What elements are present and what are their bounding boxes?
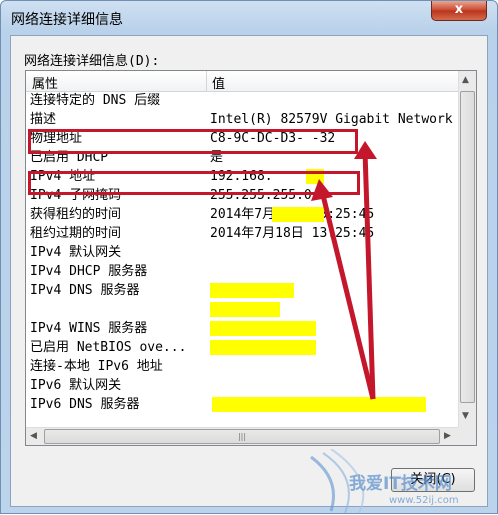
site-watermark: 我爱IT技术网 www.52ij.com — [301, 449, 498, 515]
watermark-url: www.52ij.com — [389, 495, 459, 506]
network-details-window: 网络连接详细信息 x 网络连接详细信息(D): 属性 值 连接特定的 DNS 后… — [0, 0, 498, 514]
watermark-text: 我爱IT技术网 — [349, 474, 452, 494]
annotation-arrows — [311, 141, 377, 400]
